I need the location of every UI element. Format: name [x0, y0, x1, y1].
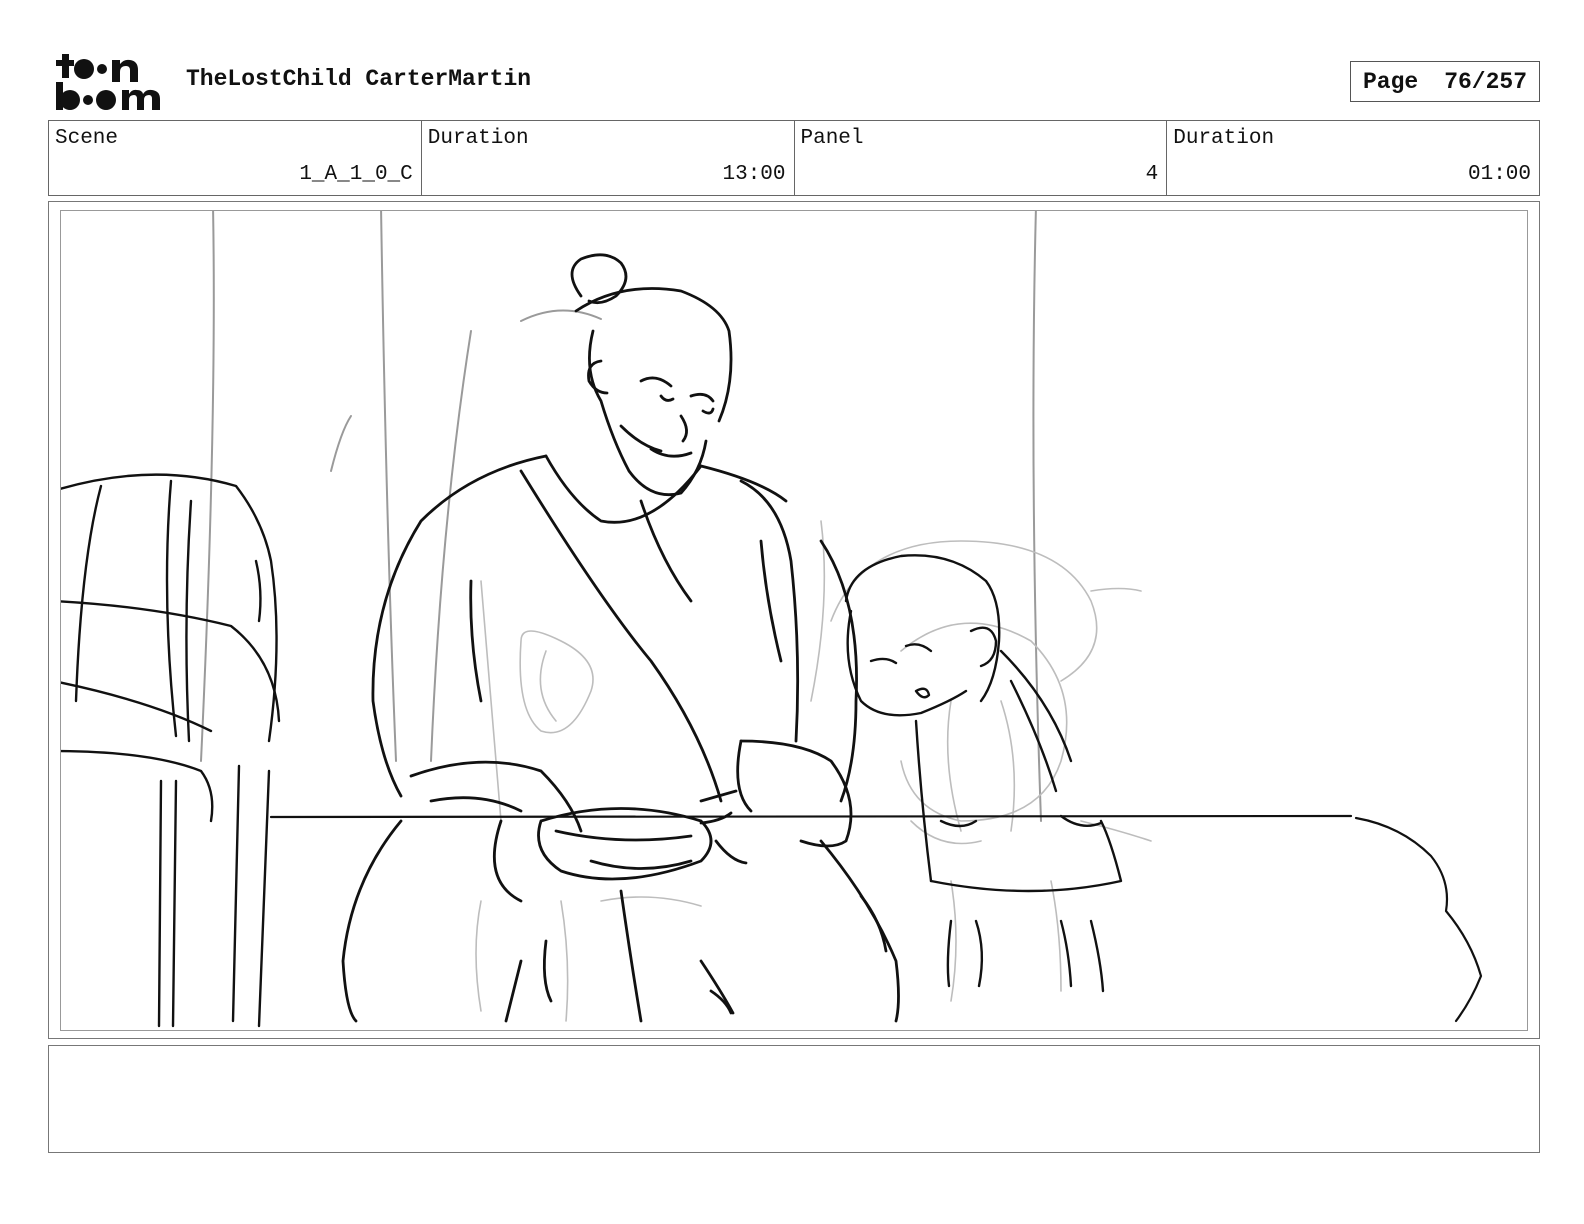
scene-cell: Scene 1_A_1_0_C	[49, 121, 422, 195]
page-label: Page	[1362, 68, 1419, 95]
panel-duration-cell: Duration 01:00	[1167, 121, 1539, 195]
panel-value: 4	[1145, 163, 1159, 186]
scene-value: 1_A_1_0_C	[299, 163, 413, 186]
scene-duration-label: Duration	[427, 127, 529, 150]
panel-duration-value: 01:00	[1467, 163, 1531, 186]
project-title: TheLostChild CarterMartin	[186, 66, 532, 92]
page-number: 76/257	[1444, 68, 1528, 95]
toon-boom-logo	[56, 54, 160, 110]
panel-cell: Panel 4	[795, 121, 1168, 195]
scene-info-table: Scene 1_A_1_0_C Duration 13:00 Panel 4 D…	[48, 120, 1540, 196]
panel-notes-box	[48, 1045, 1540, 1153]
scene-label: Scene	[55, 127, 119, 150]
sketch-drawing	[61, 211, 1483, 1028]
page-indicator: Page 76/257	[1350, 61, 1540, 102]
panel-label: Panel	[800, 127, 864, 150]
panel-duration-label: Duration	[1173, 127, 1275, 150]
storyboard-sketch	[60, 210, 1528, 1031]
scene-duration-cell: Duration 13:00	[422, 121, 795, 195]
scene-duration-value: 13:00	[722, 163, 786, 186]
